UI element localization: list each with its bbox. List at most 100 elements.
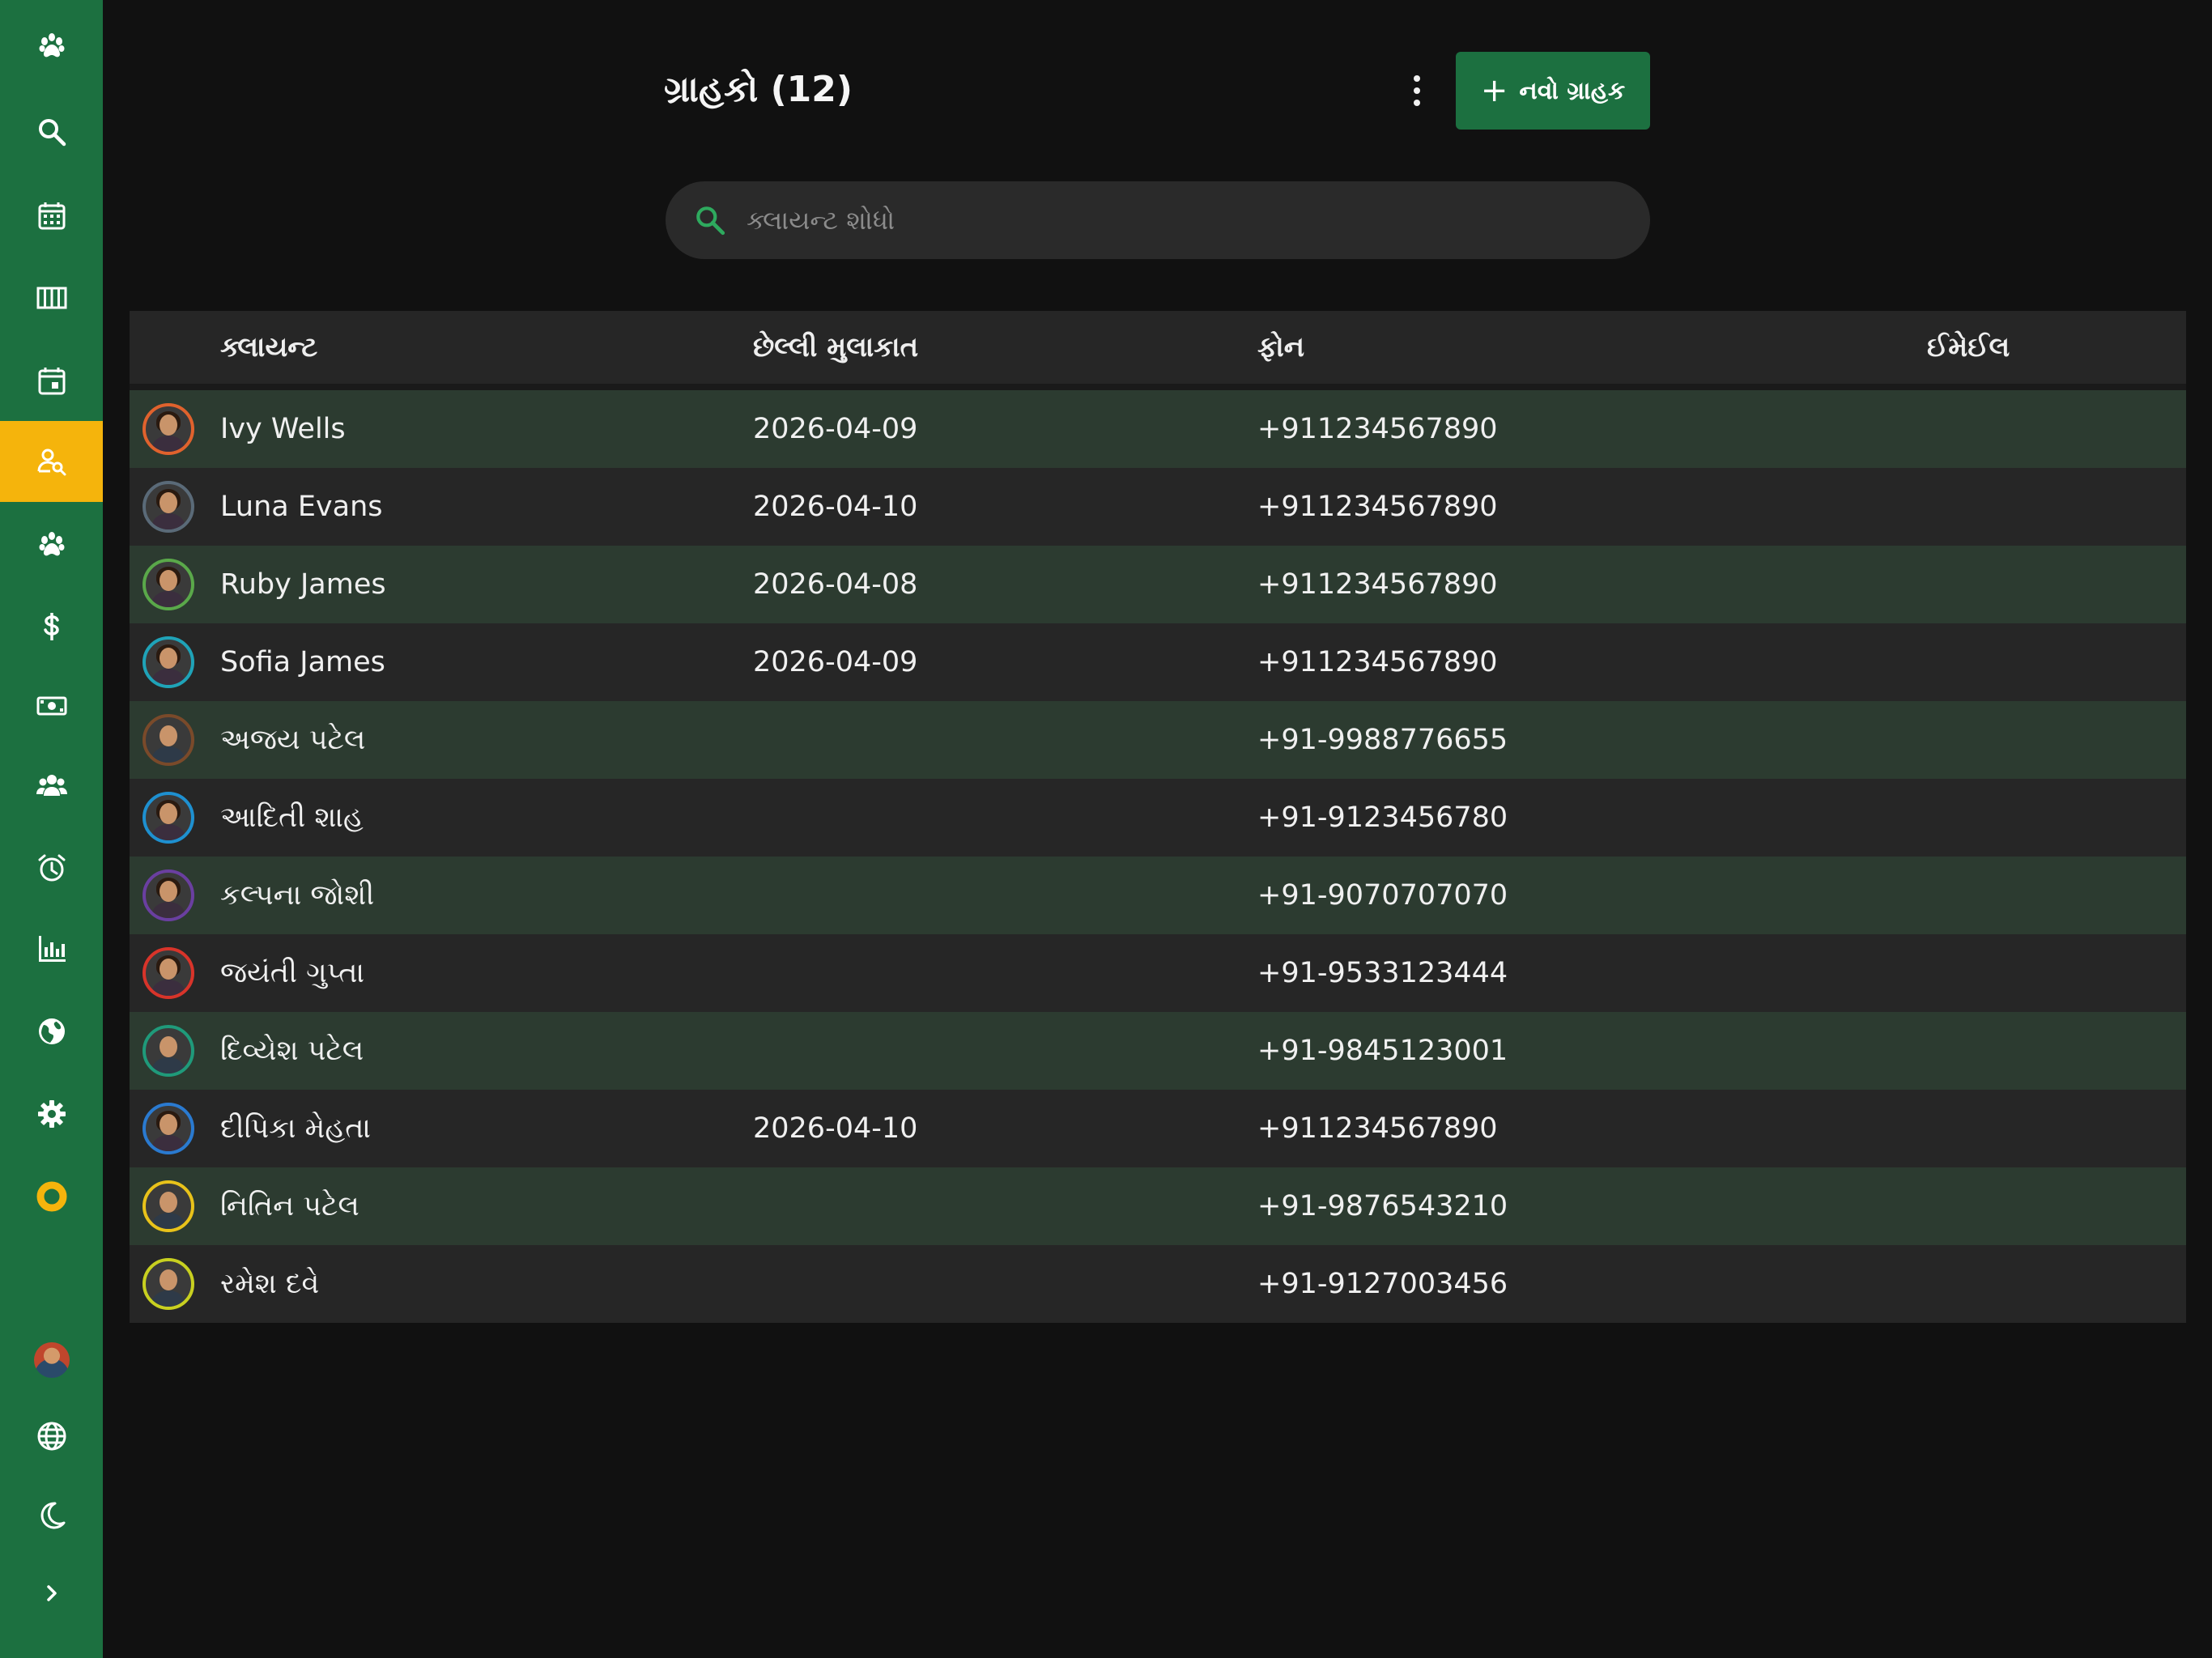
table-row[interactable]: Luna Evans 2026-04-10 +911234567890 xyxy=(130,468,2186,546)
client-avatar xyxy=(143,559,194,610)
calendar-icon xyxy=(38,202,65,230)
nav-online[interactable] xyxy=(0,991,103,1072)
clients-table: ક્લાયન્ટ છેલ્લી મુલાકાત ફોન ઈમેઈલ Ivy We… xyxy=(130,311,2186,1323)
table-row[interactable]: નિતિન પટેલ +91-9876543210 xyxy=(130,1167,2186,1245)
plus-icon: + xyxy=(1480,72,1508,109)
table-row[interactable]: જયંતી ગુપ્તા +91-9533123444 xyxy=(130,934,2186,1012)
phone-number: +911234567890 xyxy=(1257,568,1498,601)
client-name: દિવ્યેશ પટેલ xyxy=(220,1035,364,1067)
alarm-icon xyxy=(38,854,65,882)
dollar-icon xyxy=(43,613,59,640)
column-header-last-visit[interactable]: છેલ્લી મુલાકાત xyxy=(753,311,918,384)
nav-columns[interactable] xyxy=(0,257,103,338)
client-avatar xyxy=(143,1258,194,1310)
globe-americas-icon xyxy=(38,1018,65,1044)
client-avatar xyxy=(143,636,194,688)
nav-payments[interactable] xyxy=(0,665,103,746)
client-avatar xyxy=(143,869,194,921)
client-name: Ruby James xyxy=(220,568,386,601)
client-avatar xyxy=(143,1180,194,1232)
phone-number: +911234567890 xyxy=(1257,413,1498,445)
client-name: દીપિકા મેહતા xyxy=(220,1112,371,1145)
phone-number: +91-9533123444 xyxy=(1257,957,1508,989)
client-name: આદિતી શાહ xyxy=(220,801,364,834)
nav-reports[interactable] xyxy=(0,908,103,989)
nav-language[interactable] xyxy=(0,1396,103,1477)
paw-icon xyxy=(39,33,64,57)
table-row[interactable]: Ivy Wells 2026-04-09 +911234567890 xyxy=(130,390,2186,468)
nav-profile[interactable] xyxy=(0,1320,103,1401)
nav-paw-logo[interactable] xyxy=(0,5,103,86)
phone-number: +911234567890 xyxy=(1257,491,1498,523)
client-name: અજય પટેલ xyxy=(220,724,366,756)
nav-pets[interactable] xyxy=(0,504,103,585)
table-row[interactable]: આદિતી શાહ +91-9123456780 xyxy=(130,779,2186,857)
moon-icon xyxy=(40,1502,65,1529)
client-name: નિતિન પટેલ xyxy=(220,1190,359,1222)
nav-reminders[interactable] xyxy=(0,827,103,908)
column-header-phone[interactable]: ફોન xyxy=(1257,311,1304,384)
nav-clients[interactable] xyxy=(0,421,103,502)
table-row[interactable]: દિવ્યેશ પટેલ +91-9845123001 xyxy=(130,1012,2186,1090)
client-avatar xyxy=(143,481,194,533)
phone-number: +91-9127003456 xyxy=(1257,1268,1508,1300)
table-row[interactable]: અજય પટેલ +91-9988776655 xyxy=(130,701,2186,779)
column-header-email[interactable]: ઈમેઈલ xyxy=(1927,311,2010,384)
nav-team[interactable] xyxy=(0,745,103,826)
nav-expand[interactable] xyxy=(0,1553,103,1634)
more-options-button[interactable] xyxy=(1401,65,1433,117)
table-body: Ivy Wells 2026-04-09 +911234567890 Luna Eva… xyxy=(130,390,2186,1323)
page-title: ગ્રાહકો (12) xyxy=(664,69,853,110)
client-avatar xyxy=(143,792,194,844)
last-visit-date: 2026-04-08 xyxy=(753,568,918,601)
client-avatar xyxy=(143,1103,194,1154)
ring-icon xyxy=(36,1181,66,1212)
table-row[interactable]: કલ્પના જોશી +91-9070707070 xyxy=(130,857,2186,934)
column-header-client[interactable]: ક્લાયન્ટ xyxy=(220,311,317,384)
nav-settings[interactable] xyxy=(0,1073,103,1154)
paw-icon xyxy=(39,532,64,556)
client-name: જયંતી ગુપ્તા xyxy=(220,957,365,989)
client-name: Luna Evans xyxy=(220,491,383,523)
nav-search[interactable] xyxy=(0,91,103,172)
new-client-label: નવો ગ્રાહક xyxy=(1519,76,1626,105)
nav-theme[interactable] xyxy=(0,1475,103,1556)
columns-icon xyxy=(36,287,66,309)
table-row[interactable]: દીપિકા મેહતા 2026-04-10 +911234567890 xyxy=(130,1090,2186,1167)
new-client-button[interactable]: + નવો ગ્રાહક xyxy=(1456,52,1650,130)
client-name: રમેશ દવે xyxy=(220,1268,320,1300)
phone-number: +91-9070707070 xyxy=(1257,879,1508,912)
table-row[interactable]: રમેશ દવે +91-9127003456 xyxy=(130,1245,2186,1323)
kebab-dot xyxy=(1414,100,1420,106)
kebab-dot xyxy=(1414,87,1420,94)
nav-pricing[interactable] xyxy=(0,586,103,667)
nav-day-view[interactable] xyxy=(0,340,103,421)
client-avatar xyxy=(143,403,194,455)
phone-number: +91-9123456780 xyxy=(1257,801,1508,834)
nav-brand-ring[interactable] xyxy=(0,1156,103,1237)
bar-chart-icon xyxy=(38,936,66,962)
gear-icon xyxy=(37,1100,66,1128)
table-header: ક્લાયન્ટ છેલ્લી મુલાકાત ફોન ઈમેઈલ xyxy=(130,311,2186,390)
table-row[interactable]: Sofia James 2026-04-09 +911234567890 xyxy=(130,623,2186,701)
cash-icon xyxy=(36,696,66,716)
table-row[interactable]: Ruby James 2026-04-08 +911234567890 xyxy=(130,546,2186,623)
calendar-day-icon xyxy=(38,368,65,395)
last-visit-date: 2026-04-10 xyxy=(753,491,918,523)
phone-number: +91-9845123001 xyxy=(1257,1035,1508,1067)
client-name: કલ્પના જોશી xyxy=(220,879,375,912)
phone-number: +911234567890 xyxy=(1257,646,1498,678)
client-search-icon xyxy=(37,449,66,476)
search-input[interactable] xyxy=(745,204,1623,236)
phone-number: +91-9876543210 xyxy=(1257,1190,1508,1222)
group-icon xyxy=(36,775,67,796)
nav-calendar[interactable] xyxy=(0,175,103,256)
last-visit-date: 2026-04-09 xyxy=(753,646,918,678)
kebab-dot xyxy=(1414,75,1420,82)
phone-number: +91-9988776655 xyxy=(1257,724,1508,756)
search-bar[interactable] xyxy=(666,181,1650,259)
phone-number: +911234567890 xyxy=(1257,1112,1498,1145)
client-name: Sofia James xyxy=(220,646,385,678)
language-globe-icon xyxy=(37,1422,66,1451)
sidebar xyxy=(0,0,103,1658)
